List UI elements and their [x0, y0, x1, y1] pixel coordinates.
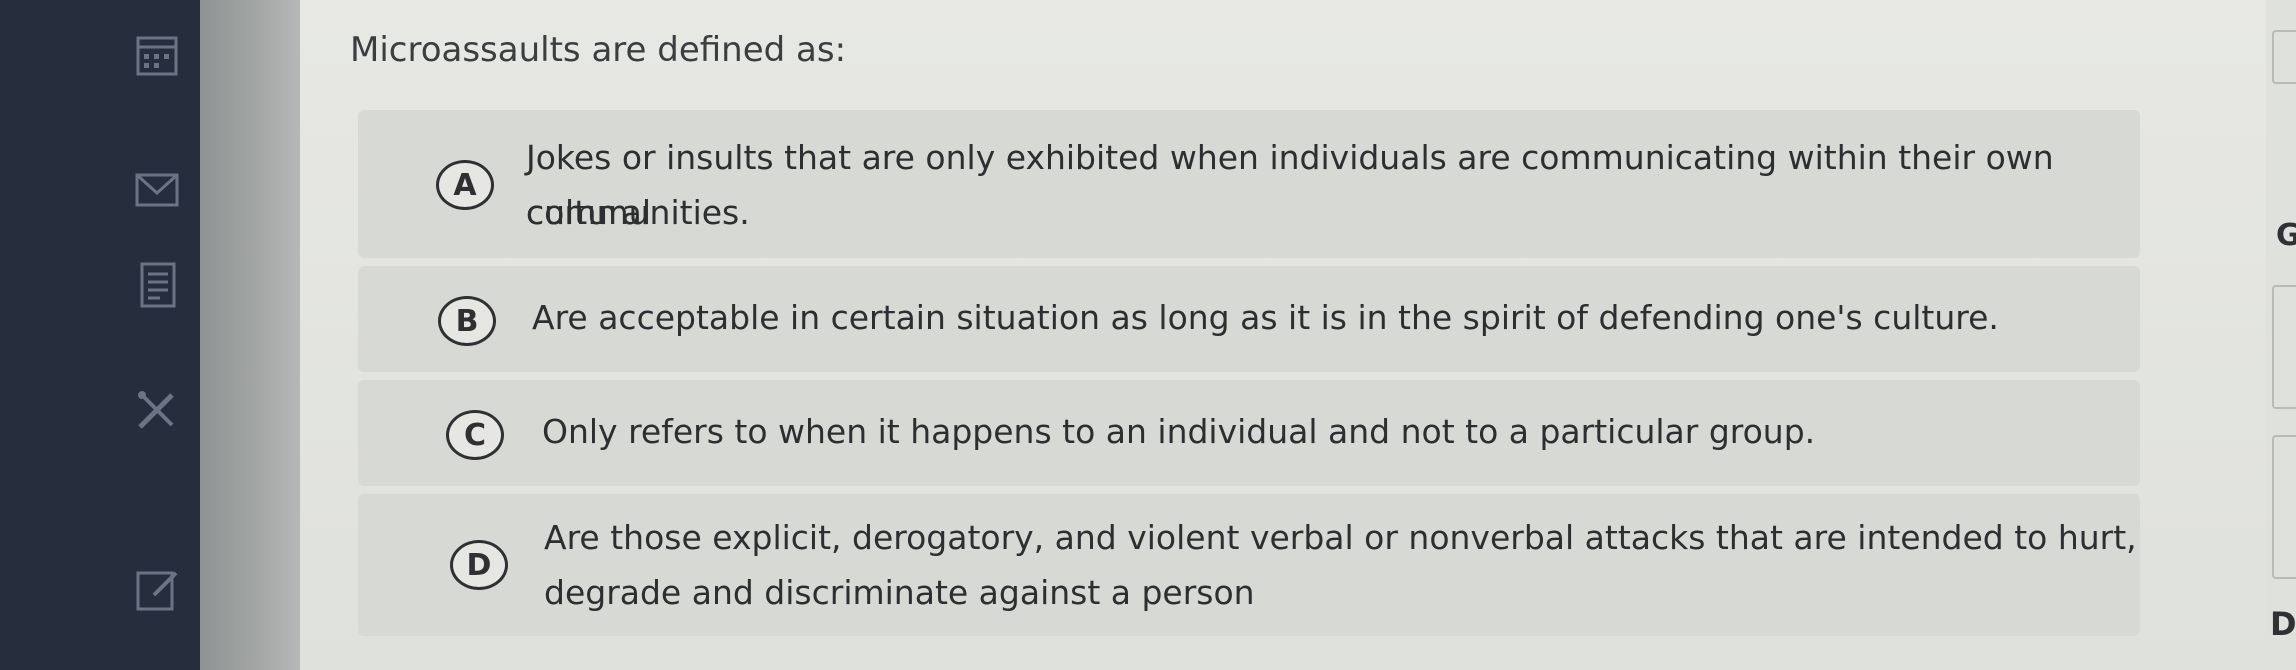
calendar-icon[interactable]	[128, 30, 186, 80]
sidebar-divider	[200, 0, 300, 670]
option-b[interactable]: B Are acceptable in certain situation as…	[358, 266, 2140, 372]
option-a[interactable]: A Jokes or insults that are only exhibit…	[358, 110, 2140, 258]
option-text-line: communities.	[526, 193, 750, 232]
right-panel-card[interactable]	[2272, 435, 2296, 579]
option-text-line: Jokes or insults that are only exhibited…	[526, 138, 2054, 232]
document-icon[interactable]	[128, 260, 186, 310]
right-panel-label: G	[2276, 218, 2296, 253]
question-text: Microassaults are defined as:	[350, 30, 847, 70]
option-letter: C	[446, 410, 504, 460]
edit-icon[interactable]	[128, 565, 186, 615]
option-letter: B	[438, 296, 496, 346]
left-sidebar	[0, 0, 200, 670]
option-letter: A	[436, 160, 494, 210]
option-text-line: degrade and discriminate against a perso…	[544, 573, 1255, 612]
right-panel-card[interactable]	[2272, 285, 2296, 409]
option-text-line: Only refers to when it happens to an ind…	[542, 412, 1816, 451]
option-letter: D	[450, 540, 508, 590]
option-c[interactable]: C Only refers to when it happens to an i…	[358, 380, 2140, 486]
right-panel-text: De	[2270, 605, 2296, 643]
option-text-line: Are acceptable in certain situation as l…	[532, 298, 1999, 337]
mail-icon[interactable]	[128, 165, 186, 215]
right-panel: G De	[2266, 0, 2296, 670]
option-d[interactable]: D Are those explicit, derogatory, and vi…	[358, 494, 2140, 636]
tools-icon[interactable]	[128, 385, 186, 435]
right-panel-button[interactable]	[2272, 30, 2296, 84]
option-text-line: Are those explicit, derogatory, and viol…	[544, 518, 2137, 557]
question-panel: Microassaults are defined as: A Jokes or…	[300, 0, 2296, 670]
